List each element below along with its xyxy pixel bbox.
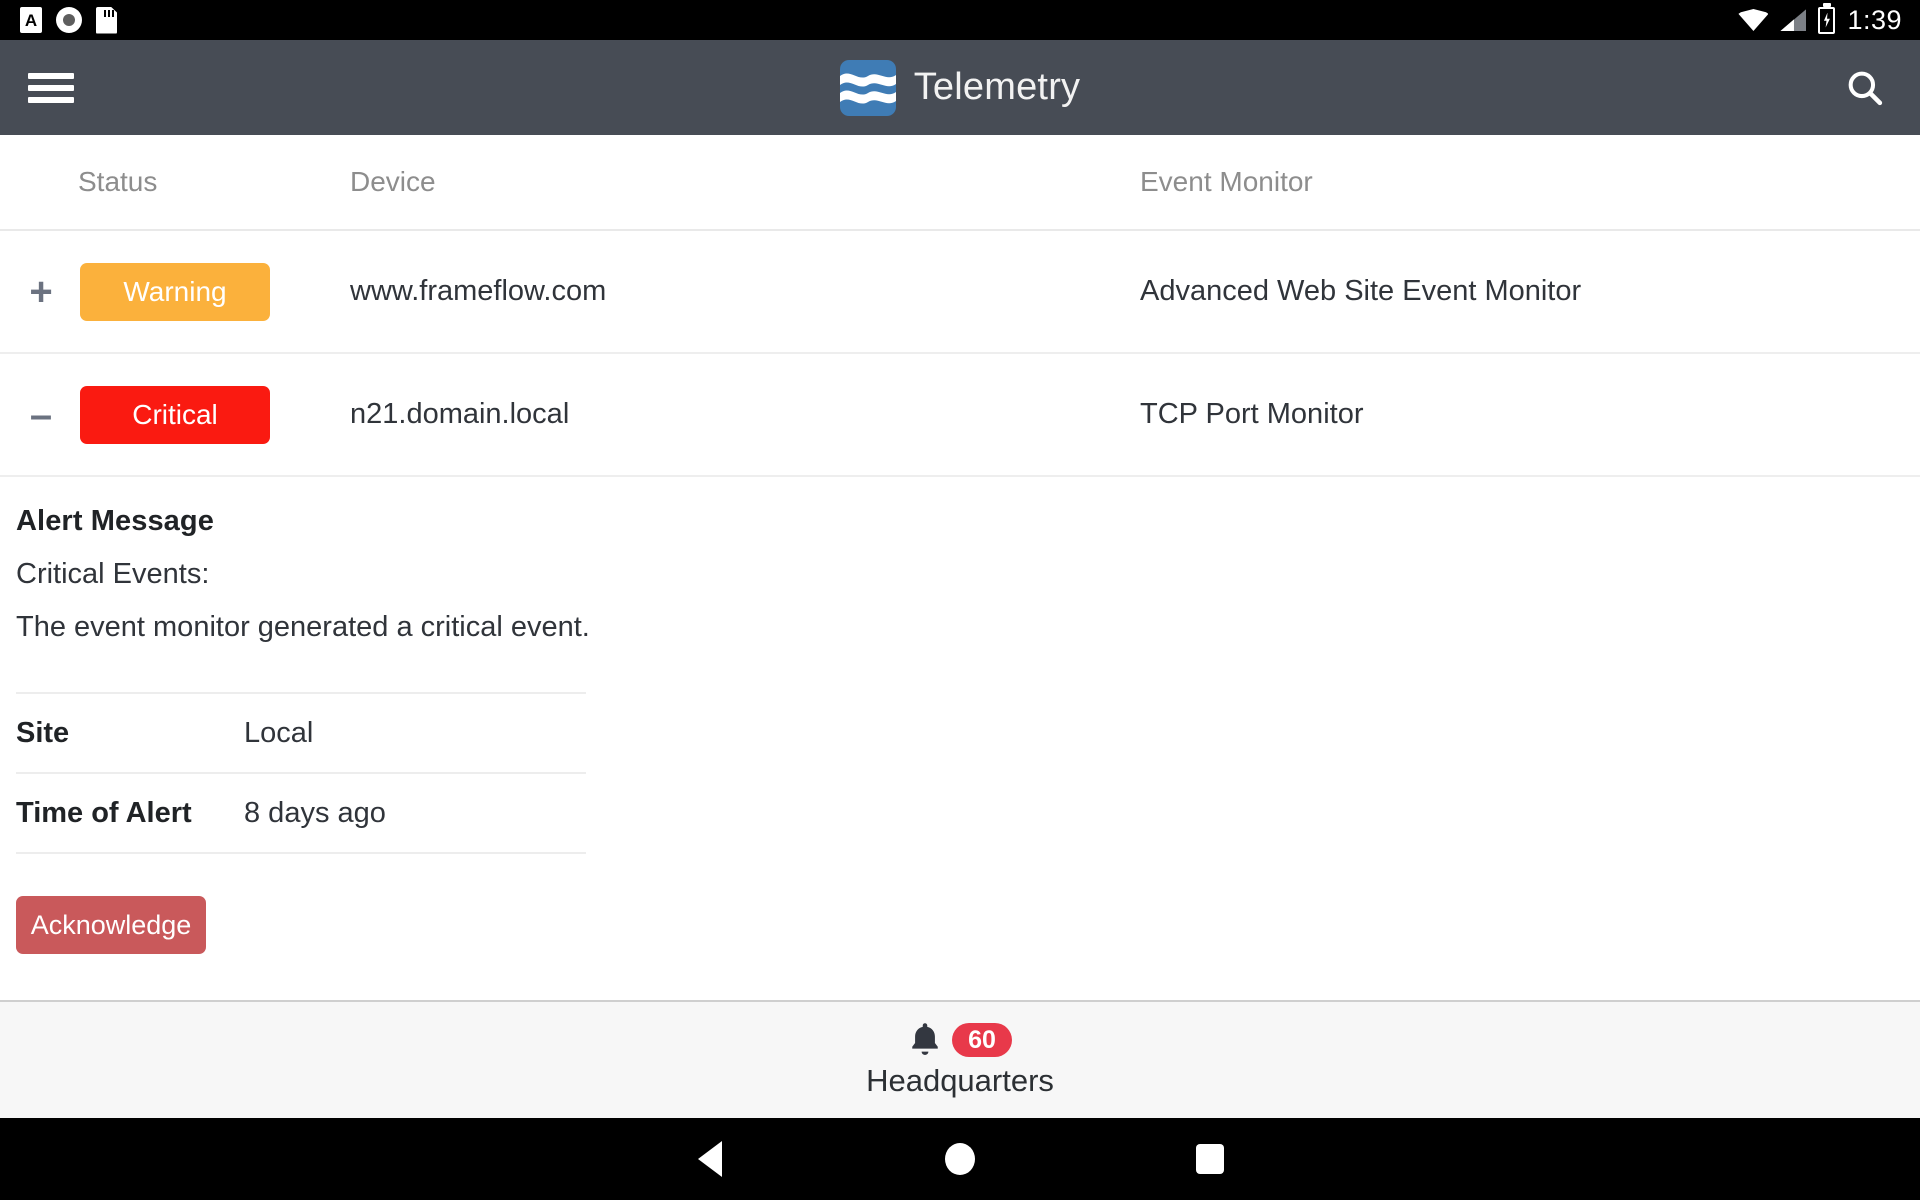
alert-detail-fields: Site Local Time of Alert 8 days ago Ackn…: [16, 692, 586, 954]
alert-message-line: Critical Events:: [16, 558, 210, 590]
status-bar-system-icons: 1:39: [1738, 4, 1902, 35]
acknowledge-button[interactable]: Acknowledge: [16, 896, 206, 954]
row-event-monitor-value: TCP Port Monitor: [1140, 398, 1364, 430]
table-header-row: Status Device Event Monitor: [0, 135, 1920, 231]
alert-detail-panel: Alert Message Critical Events: The event…: [0, 477, 1920, 954]
table-row[interactable]: + Warning www.frameflow.com Advanced Web…: [0, 231, 1920, 354]
column-header-event-monitor: Event Monitor: [1140, 166, 1313, 197]
back-triangle-icon[interactable]: [585, 1141, 835, 1177]
expand-row-icon[interactable]: +: [20, 271, 62, 313]
app-root: A 1:39 Telemetry Status Device Event Mon…: [0, 0, 1920, 1200]
app-bar-title-group: Telemetry: [0, 40, 1920, 135]
telemetry-waves-logo: [839, 59, 896, 116]
row-status-cell: + Warning: [0, 262, 350, 321]
record-circle-icon: [56, 7, 82, 33]
detail-field-time-of-alert: Time of Alert 8 days ago: [16, 772, 586, 852]
wifi-icon: [1738, 9, 1768, 31]
alert-message-heading: Alert Message: [16, 505, 214, 537]
bell-icon: [908, 1021, 942, 1059]
a-card-icon: A: [20, 7, 42, 33]
status-bar-notification-icons: A: [20, 6, 117, 34]
status-badge[interactable]: Warning: [80, 262, 270, 321]
android-nav-bar: [0, 1118, 1920, 1200]
detail-field-label: Site: [16, 716, 70, 749]
sd-card-icon: [96, 6, 117, 34]
row-device-value: n21.domain.local: [350, 398, 570, 430]
app-bar: Telemetry: [0, 40, 1920, 135]
cellular-signal-icon: [1780, 9, 1807, 31]
row-event-monitor-value: Advanced Web Site Event Monitor: [1140, 275, 1582, 307]
status-bar-clock: 1:39: [1847, 4, 1902, 35]
bottom-bar-icons: 60: [908, 1021, 1012, 1059]
recents-square-icon[interactable]: [1085, 1144, 1335, 1174]
alert-count-badge: 60: [952, 1022, 1012, 1058]
android-status-bar: A 1:39: [0, 0, 1920, 40]
detail-field-site: Site Local: [16, 692, 586, 772]
bottom-site-bar[interactable]: 60 Headquarters: [0, 1000, 1920, 1118]
battery-charging-icon: [1818, 6, 1836, 34]
home-circle-icon[interactable]: [835, 1143, 1085, 1175]
collapse-row-icon[interactable]: –: [20, 394, 62, 436]
site-name-label: Headquarters: [866, 1063, 1054, 1098]
status-badge[interactable]: Critical: [80, 385, 270, 444]
hamburger-menu-icon[interactable]: [28, 70, 74, 106]
detail-field-value: 8 days ago: [244, 796, 386, 829]
acknowledge-row: Acknowledge: [16, 852, 586, 954]
row-device-value: www.frameflow.com: [350, 275, 607, 307]
detail-field-value: Local: [244, 716, 314, 749]
column-header-device: Device: [350, 166, 436, 197]
alerts-list: Status Device Event Monitor + Warning ww…: [0, 135, 1920, 1000]
app-title: Telemetry: [913, 66, 1081, 108]
row-status-cell: – Critical: [0, 385, 350, 444]
detail-field-label: Time of Alert: [16, 796, 192, 829]
column-header-status: Status: [78, 166, 158, 197]
table-row[interactable]: – Critical n21.domain.local TCP Port Mon…: [0, 354, 1920, 477]
search-icon[interactable]: [1838, 61, 1892, 115]
alert-message-line: The event monitor generated a critical e…: [16, 611, 590, 643]
